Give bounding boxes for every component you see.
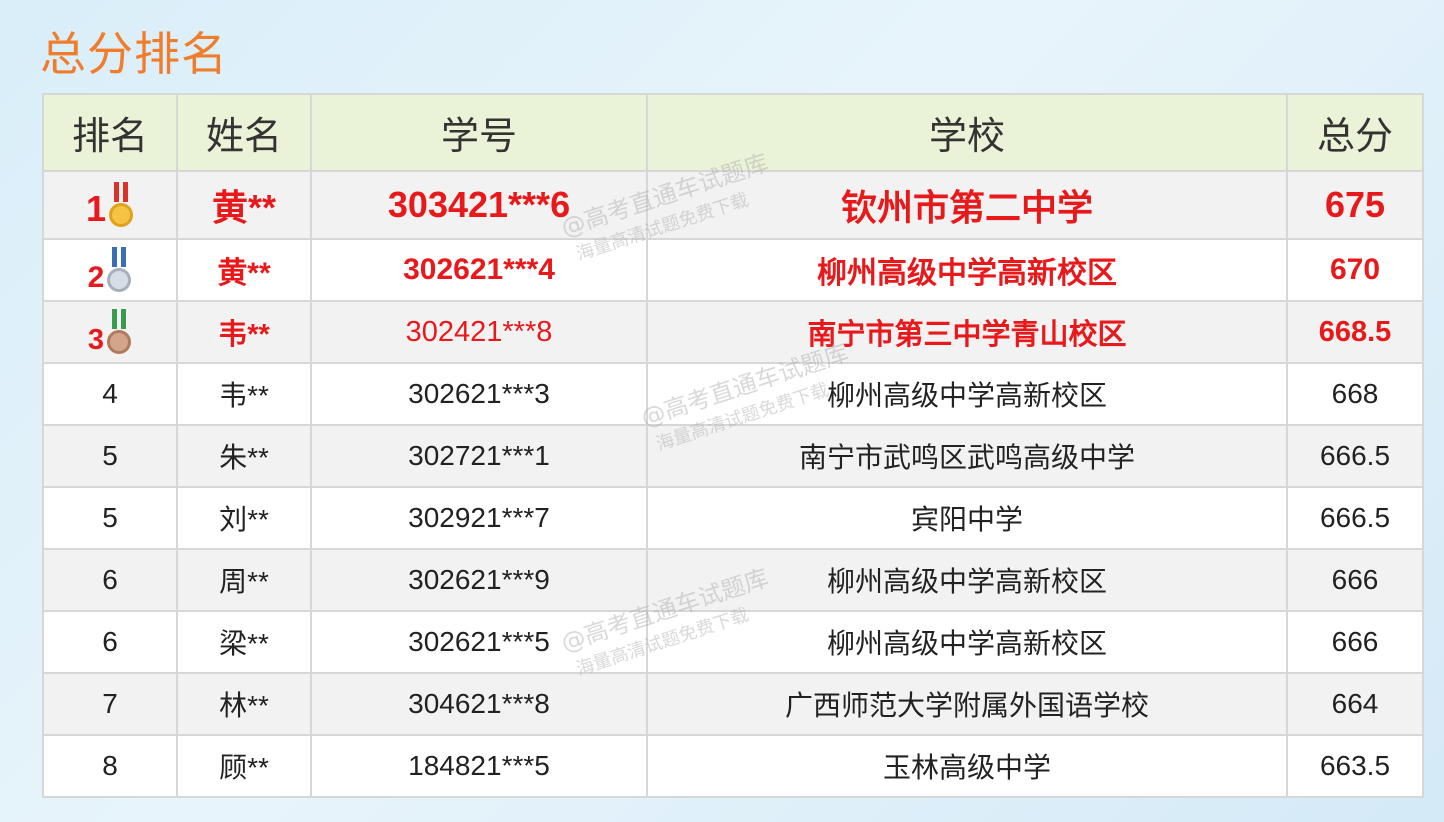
bronze-medal-icon [106,307,132,357]
rank-number: 2 [87,261,105,294]
cell-student-id: 302721***1 [310,424,648,488]
cell-name: 黄** [176,238,312,302]
table-row: 5 朱** 302721***1 南宁市武鸣区武鸣高级中学 666.5 [42,424,1424,488]
ranking-table: 排名 姓名 学号 学校 总分 1 黄** 303421***6 钦州市第二中学 675 2… [42,93,1424,798]
cell-name: 刘** [176,486,312,550]
header-rank[interactable]: 排名 [42,93,178,172]
cell-school: 柳州高级中学高新校区 [646,610,1288,674]
cell-name: 朱** [176,424,312,488]
cell-student-id: 304621***8 [310,672,648,736]
cell-name: 韦** [176,362,312,426]
table-row: 2 黄** 302621***4 柳州高级中学高新校区 670 [42,238,1424,302]
table-row: 6 周** 302621***9 柳州高级中学高新校区 666 [42,548,1424,612]
cell-school: 柳州高级中学高新校区 [646,238,1288,302]
header-student-id[interactable]: 学号 [310,93,648,172]
cell-score: 668.5 [1286,300,1424,364]
cell-rank: 5 [42,424,178,488]
cell-name: 梁** [176,610,312,674]
table-row: 6 梁** 302621***5 柳州高级中学高新校区 666 [42,610,1424,674]
gold-medal-icon [108,180,134,230]
table-row: 8 顾** 184821***5 玉林高级中学 663.5 [42,734,1424,798]
silver-medal-icon [106,245,132,295]
cell-name: 韦** [176,300,312,364]
cell-score: 666.5 [1286,486,1424,550]
cell-school: 南宁市武鸣区武鸣高级中学 [646,424,1288,488]
cell-score: 666.5 [1286,424,1424,488]
table-row: 5 刘** 302921***7 宾阳中学 666.5 [42,486,1424,550]
cell-student-id: 302621***3 [310,362,648,426]
table-row: 3 韦** 302421***8 南宁市第三中学青山校区 668.5 [42,300,1424,364]
cell-school: 宾阳中学 [646,486,1288,550]
cell-school: 广西师范大学附属外国语学校 [646,672,1288,736]
cell-name: 顾** [176,734,312,798]
rank-number: 1 [85,188,107,229]
cell-rank: 1 [42,170,178,240]
cell-rank: 7 [42,672,178,736]
cell-school: 柳州高级中学高新校区 [646,362,1288,426]
table-header-row: 排名 姓名 学号 学校 总分 [42,93,1424,172]
header-name[interactable]: 姓名 [176,93,312,172]
cell-rank: 3 [42,300,178,364]
cell-score: 670 [1286,238,1424,302]
cell-score: 663.5 [1286,734,1424,798]
cell-rank: 2 [42,238,178,302]
header-score[interactable]: 总分 [1286,93,1424,172]
cell-school: 钦州市第二中学 [646,170,1288,240]
cell-score: 666 [1286,548,1424,612]
cell-score: 666 [1286,610,1424,674]
cell-student-id: 303421***6 [310,170,648,240]
header-school[interactable]: 学校 [646,93,1288,172]
cell-rank: 6 [42,548,178,612]
page-title: 总分排名 [40,27,228,81]
cell-rank: 6 [42,610,178,674]
cell-student-id: 302621***5 [310,610,648,674]
cell-rank: 4 [42,362,178,426]
cell-score: 664 [1286,672,1424,736]
table-row: 1 黄** 303421***6 钦州市第二中学 675 [42,170,1424,240]
cell-score: 675 [1286,170,1424,240]
cell-school: 玉林高级中学 [646,734,1288,798]
cell-student-id: 184821***5 [310,734,648,798]
cell-student-id: 302621***4 [310,238,648,302]
table-row: 7 林** 304621***8 广西师范大学附属外国语学校 664 [42,672,1424,736]
cell-student-id: 302921***7 [310,486,648,550]
cell-name: 林** [176,672,312,736]
cell-score: 668 [1286,362,1424,426]
table-row: 4 韦** 302621***3 柳州高级中学高新校区 668 [42,362,1424,426]
cell-school: 柳州高级中学高新校区 [646,548,1288,612]
rank-number: 3 [87,324,105,356]
cell-name: 黄** [176,170,312,240]
cell-rank: 8 [42,734,178,798]
cell-name: 周** [176,548,312,612]
cell-student-id: 302421***8 [310,300,648,364]
cell-school: 南宁市第三中学青山校区 [646,300,1288,364]
cell-rank: 5 [42,486,178,550]
cell-student-id: 302621***9 [310,548,648,612]
